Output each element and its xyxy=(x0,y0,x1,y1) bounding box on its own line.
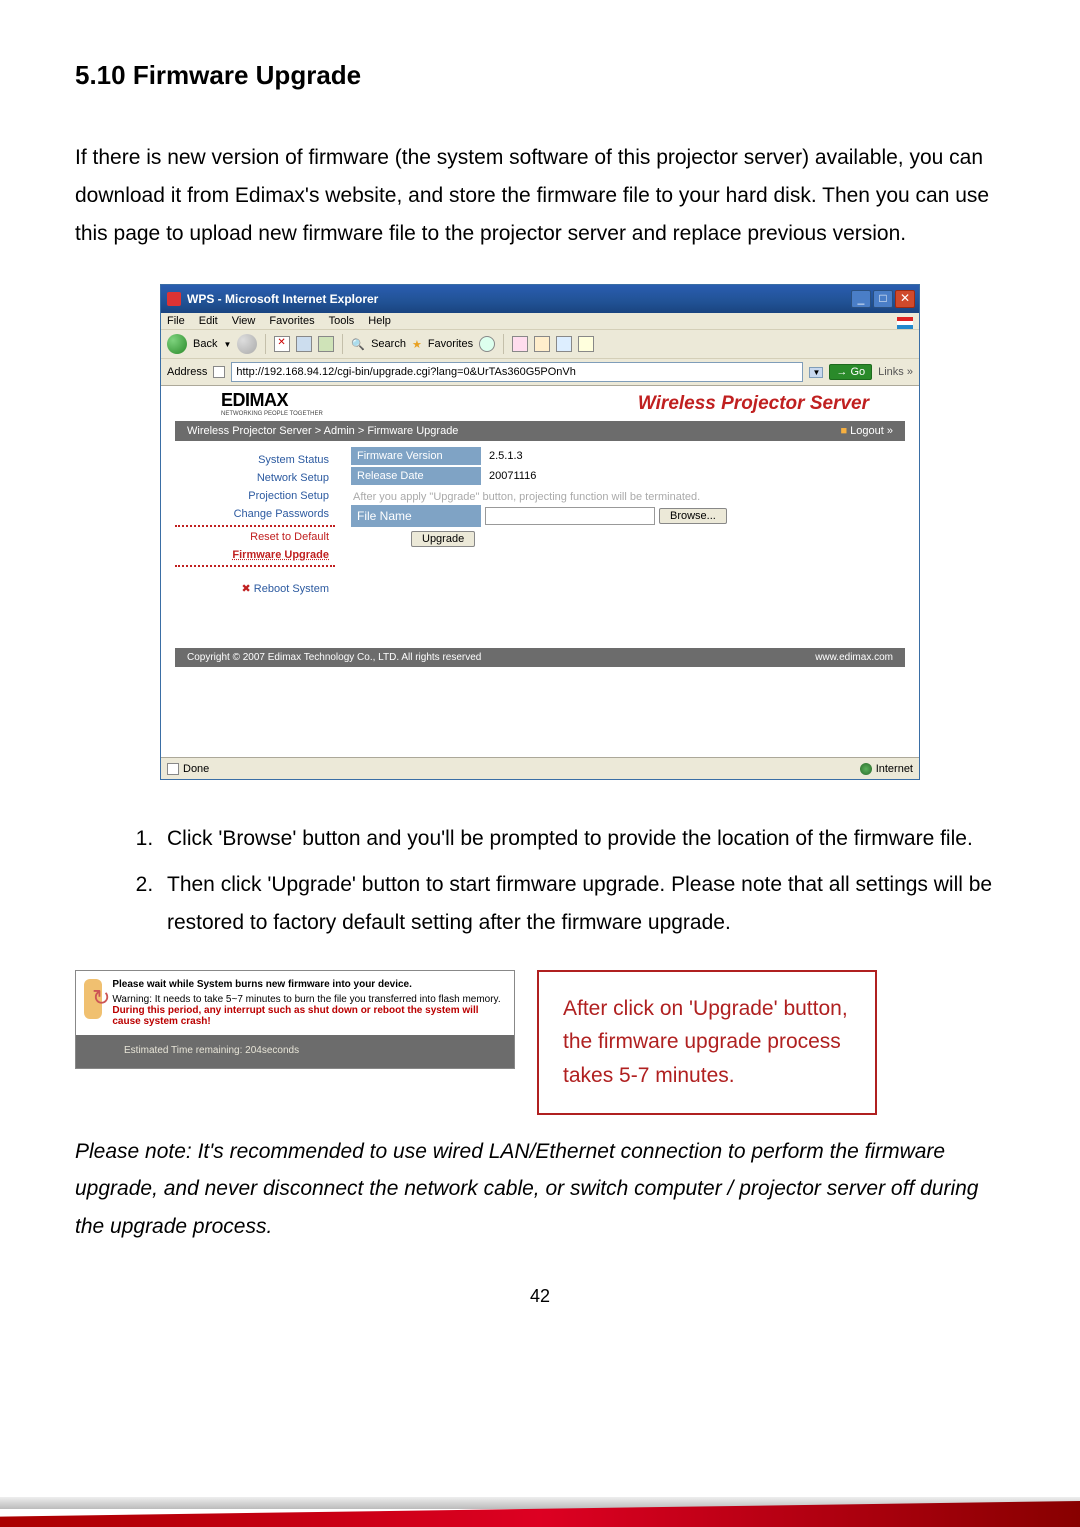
fw-version-value: 2.5.1.3 xyxy=(481,447,531,465)
url-input[interactable] xyxy=(231,362,803,382)
favorites-label[interactable]: Favorites xyxy=(428,338,473,350)
home-icon[interactable] xyxy=(318,336,334,352)
back-label[interactable]: Back xyxy=(193,338,217,350)
status-bar: Done Internet xyxy=(161,757,919,779)
favorites-icon[interactable]: ★ xyxy=(412,338,422,351)
steps-list: Click 'Browse' button and you'll be prom… xyxy=(123,820,1005,941)
note-paragraph: Please note: It's recommended to use wir… xyxy=(75,1133,1005,1246)
windows-flag-icon xyxy=(897,317,913,329)
page-content: EDIMAXNETWORKING PEOPLE TOGETHER Wireles… xyxy=(161,386,919,779)
address-bar: Address ▼ → Go Links » xyxy=(161,359,919,386)
go-button[interactable]: → Go xyxy=(829,364,872,380)
upgrade-note: After you apply "Upgrade" button, projec… xyxy=(351,487,895,505)
window-titlebar: WPS - Microsoft Internet Explorer _ □ ✕ xyxy=(161,285,919,313)
menu-view[interactable]: View xyxy=(232,315,256,327)
maximize-button[interactable]: □ xyxy=(873,290,893,308)
ie-window: WPS - Microsoft Internet Explorer _ □ ✕ … xyxy=(160,284,920,780)
menubar: File Edit View Favorites Tools Help xyxy=(161,313,919,330)
sidebar: System Status Network Setup Projection S… xyxy=(175,441,345,608)
window-title: WPS - Microsoft Internet Explorer xyxy=(187,292,851,306)
burn-icon xyxy=(84,979,102,1019)
page-footer: Copyright © 2007 Edimax Technology Co., … xyxy=(175,648,905,667)
discuss-icon[interactable] xyxy=(578,336,594,352)
status-done: Done xyxy=(183,763,209,775)
file-name-input[interactable] xyxy=(485,507,655,525)
sidebar-item-system-status[interactable]: System Status xyxy=(175,451,335,469)
logout-link[interactable]: Logout » xyxy=(840,425,893,437)
menu-favorites[interactable]: Favorites xyxy=(269,315,314,327)
back-icon[interactable] xyxy=(167,334,187,354)
done-icon xyxy=(167,763,179,775)
menu-help[interactable]: Help xyxy=(368,315,391,327)
mail-icon[interactable] xyxy=(512,336,528,352)
toolbar: Back ▼ 🔍 Search ★ Favorites xyxy=(161,330,919,359)
menu-tools[interactable]: Tools xyxy=(329,315,355,327)
wait-title: Please wait while System burns new firmw… xyxy=(112,979,506,990)
sidebar-item-reset-default[interactable]: Reset to Default xyxy=(175,525,335,546)
edimax-logo: EDIMAXNETWORKING PEOPLE TOGETHER xyxy=(221,390,323,417)
sidebar-item-network-setup[interactable]: Network Setup xyxy=(175,469,335,487)
release-date-label: Release Date xyxy=(351,467,481,485)
wait-screenshot: Please wait while System burns new firmw… xyxy=(75,970,515,1069)
links-label[interactable]: Links » xyxy=(878,366,913,378)
print-icon[interactable] xyxy=(534,336,550,352)
search-label[interactable]: Search xyxy=(371,338,406,350)
fw-version-label: Firmware Version xyxy=(351,447,481,465)
form-area: Firmware Version 2.5.1.3 Release Date 20… xyxy=(345,441,905,608)
footer-stripe xyxy=(0,1491,1080,1527)
sidebar-item-projection-setup[interactable]: Projection Setup xyxy=(175,487,335,505)
page-number: 42 xyxy=(75,1286,1005,1307)
edit-icon[interactable] xyxy=(556,336,572,352)
step-2: Then click 'Upgrade' button to start fir… xyxy=(159,866,1005,942)
callout-box: After click on 'Upgrade' button, the fir… xyxy=(537,970,877,1115)
browse-button[interactable]: Browse... xyxy=(659,508,727,524)
section-title: 5.10 Firmware Upgrade xyxy=(75,60,1005,91)
copyright-text: Copyright © 2007 Edimax Technology Co., … xyxy=(187,652,481,663)
sidebar-item-change-passwords[interactable]: Change Passwords xyxy=(175,505,335,523)
refresh-icon[interactable] xyxy=(296,336,312,352)
file-name-label: File Name xyxy=(351,505,481,527)
url-dropdown-icon[interactable]: ▼ xyxy=(809,367,823,378)
address-label: Address xyxy=(167,366,207,378)
intro-paragraph: If there is new version of firmware (the… xyxy=(75,139,1005,252)
history-icon[interactable] xyxy=(479,336,495,352)
menu-edit[interactable]: Edit xyxy=(199,315,218,327)
release-date-value: 20071116 xyxy=(481,467,544,485)
page-icon xyxy=(213,366,225,378)
breadcrumb: Wireless Projector Server > Admin > Firm… xyxy=(175,421,905,441)
breadcrumb-text: Wireless Projector Server > Admin > Firm… xyxy=(187,425,458,437)
wait-remaining: Estimated Time remaining: 204seconds xyxy=(76,1035,514,1068)
site-link[interactable]: www.edimax.com xyxy=(815,652,893,663)
product-title: Wireless Projector Server xyxy=(638,393,889,415)
status-zone: Internet xyxy=(876,763,913,775)
menu-file[interactable]: File xyxy=(167,315,185,327)
stop-icon[interactable] xyxy=(274,336,290,352)
search-icon[interactable]: 🔍 xyxy=(351,338,365,351)
close-button[interactable]: ✕ xyxy=(895,290,915,308)
sidebar-item-firmware-upgrade[interactable]: Firmware Upgrade xyxy=(175,546,335,567)
forward-icon[interactable] xyxy=(237,334,257,354)
upgrade-button[interactable]: Upgrade xyxy=(411,531,475,547)
step-1: Click 'Browse' button and you'll be prom… xyxy=(159,820,1005,858)
internet-icon xyxy=(860,763,872,775)
ie-icon xyxy=(167,292,181,306)
wait-warning: Warning: It needs to take 5~7 minutes to… xyxy=(112,994,506,1027)
minimize-button[interactable]: _ xyxy=(851,290,871,308)
sidebar-item-reboot[interactable]: Reboot System xyxy=(175,579,335,598)
